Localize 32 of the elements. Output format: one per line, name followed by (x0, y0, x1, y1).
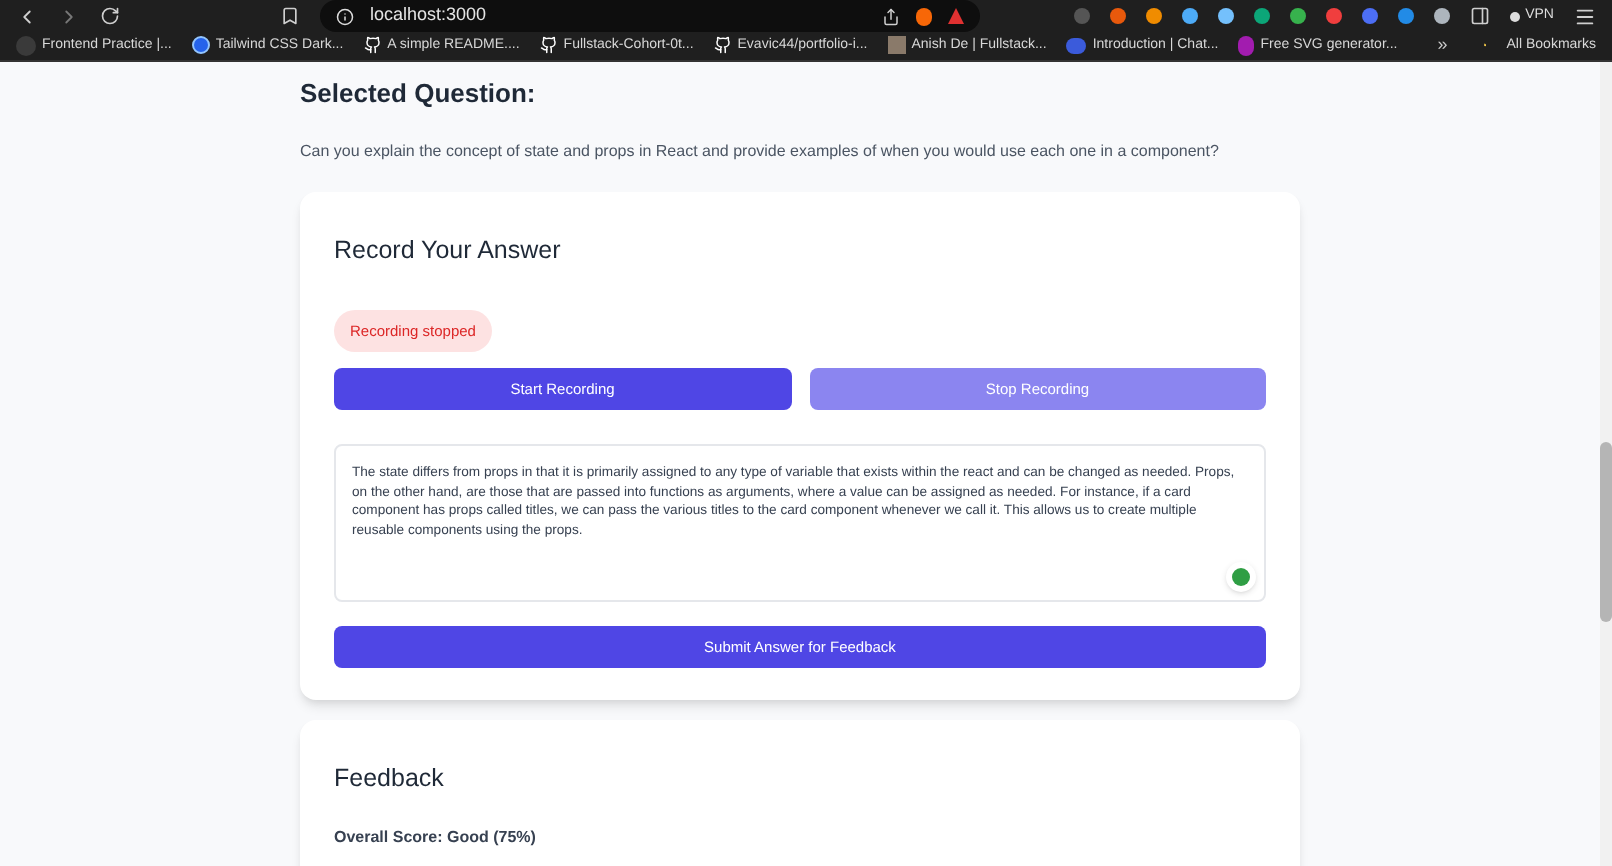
extension-icon[interactable] (1145, 8, 1162, 24)
extension-icon[interactable] (1397, 8, 1414, 24)
extension-icon[interactable] (1361, 8, 1378, 24)
sidebar-icon[interactable] (1469, 6, 1490, 26)
github-icon (539, 36, 558, 55)
answer-textarea[interactable] (334, 444, 1266, 602)
extension-icon[interactable] (1109, 8, 1126, 24)
extension-icon[interactable] (1433, 8, 1450, 24)
github-icon (363, 36, 382, 55)
scrollbar-thumb[interactable] (1600, 441, 1612, 621)
address-bar[interactable]: localhost:3000 (320, 0, 980, 32)
circle-logo-icon (191, 36, 210, 55)
svg-logo-icon (1238, 35, 1255, 56)
extension-icon[interactable] (1253, 8, 1270, 24)
bookmark-icon[interactable] (280, 6, 300, 26)
menu-icon[interactable] (1574, 5, 1596, 27)
scrollbar[interactable] (1600, 61, 1612, 866)
github-icon (713, 36, 732, 55)
question-heading: Selected Question: (300, 75, 538, 111)
grammar-assistant-icon[interactable] (1226, 562, 1256, 592)
extension-icon[interactable] (1289, 8, 1306, 24)
extension-icon[interactable] (1217, 8, 1234, 24)
reload-icon[interactable] (100, 6, 120, 26)
extension-icon[interactable] (1325, 8, 1342, 24)
photo-placeholder (887, 36, 906, 55)
record-title: Record Your Answer (334, 234, 563, 268)
blob-icon (1066, 37, 1087, 54)
question-text: Can you explain the concept of state and props in React and provide examples of when you would use each one in a component? (300, 140, 1221, 164)
feedback-title: Feedback (334, 762, 446, 796)
extension-icon[interactable] (1181, 8, 1198, 24)
score-text: Overall Score: Good (75%) (334, 825, 538, 850)
bookmarks-overflow[interactable]: » (1437, 32, 1448, 59)
